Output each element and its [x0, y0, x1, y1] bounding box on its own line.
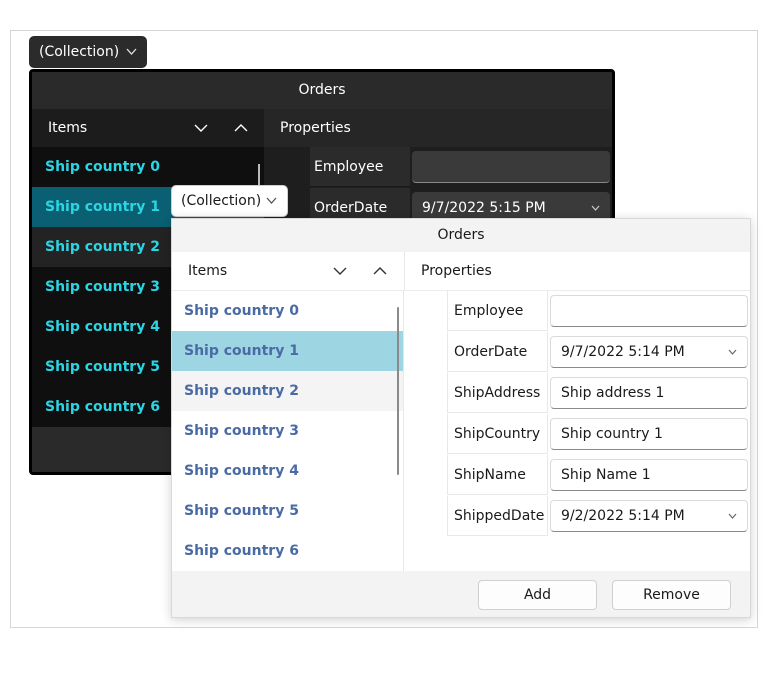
light-items-list[interactable]: Ship country 0 Ship country 1 Ship count… — [172, 291, 404, 571]
dark-collection-label: (Collection) — [39, 44, 120, 60]
light-editor-title: Orders — [172, 219, 750, 252]
orderdate-value: 9/7/2022 5:14 PM — [561, 344, 685, 360]
light-properties-header: Properties — [404, 252, 750, 290]
employee-field[interactable] — [412, 151, 610, 183]
shipname-field[interactable]: Ship Name 1 — [550, 459, 748, 491]
light-properties-header-label: Properties — [421, 263, 492, 279]
light-property-grid: Employee OrderDate 9/7/2022 5:14 PM Ship… — [404, 291, 750, 571]
property-name-shipcountry: ShipCountry — [447, 414, 548, 454]
dark-items-header: Items — [32, 109, 264, 147]
light-collection-dropdown[interactable]: (Collection) — [171, 185, 288, 217]
list-item[interactable]: Ship country 5 — [172, 491, 403, 531]
list-item[interactable]: Ship country 4 — [172, 451, 403, 491]
list-item-selected[interactable]: Ship country 1 — [172, 331, 403, 371]
light-list-scrollbar[interactable] — [397, 307, 399, 475]
add-button[interactable]: Add — [478, 580, 597, 610]
list-item[interactable]: Ship country 2 — [172, 371, 403, 411]
orderdate-value: 9/7/2022 5:15 PM — [422, 200, 546, 216]
dark-properties-header-label: Properties — [280, 120, 351, 136]
dark-items-header-label: Items — [48, 120, 88, 136]
shipaddress-field[interactable]: Ship address 1 — [550, 377, 748, 409]
shippeddate-picker[interactable]: 9/2/2022 5:14 PM — [550, 500, 748, 532]
light-collection-editor: Orders Items Properties Ship country 0 S… — [171, 218, 751, 618]
list-item[interactable]: Ship country 0 — [172, 291, 403, 331]
list-item[interactable]: Ship country 6 — [172, 531, 403, 571]
dark-collection-dropdown[interactable]: (Collection) — [29, 36, 147, 68]
chevron-down-icon — [728, 337, 737, 380]
property-name-employee: Employee — [447, 291, 548, 331]
shipcountry-field[interactable]: Ship country 1 — [550, 418, 748, 450]
property-name-shipname: ShipName — [447, 455, 548, 495]
shipaddress-value: Ship address 1 — [561, 385, 665, 401]
chevron-down-icon — [728, 501, 737, 544]
property-name-shippeddate: ShippedDate — [447, 496, 548, 536]
light-collection-label: (Collection) — [181, 193, 262, 209]
shippeddate-value: 9/2/2022 5:14 PM — [561, 508, 685, 524]
light-items-header: Items — [172, 252, 404, 290]
property-name-shipaddress: ShipAddress — [447, 373, 548, 413]
dark-properties-header: Properties — [264, 109, 612, 147]
shipcountry-value: Ship country 1 — [561, 426, 663, 442]
employee-field[interactable] — [550, 295, 748, 327]
list-item[interactable]: Ship country 0 — [32, 147, 264, 187]
shipname-value: Ship Name 1 — [561, 467, 651, 483]
property-name-orderdate: OrderDate — [447, 332, 548, 372]
dark-editor-title: Orders — [32, 72, 612, 109]
property-name-employee: Employee — [310, 147, 410, 187]
light-editor-footer: Add Remove — [172, 571, 750, 617]
list-item[interactable]: Ship country 3 — [172, 411, 403, 451]
orderdate-picker[interactable]: 9/7/2022 5:14 PM — [550, 336, 748, 368]
light-items-header-label: Items — [188, 263, 228, 279]
remove-button[interactable]: Remove — [612, 580, 731, 610]
